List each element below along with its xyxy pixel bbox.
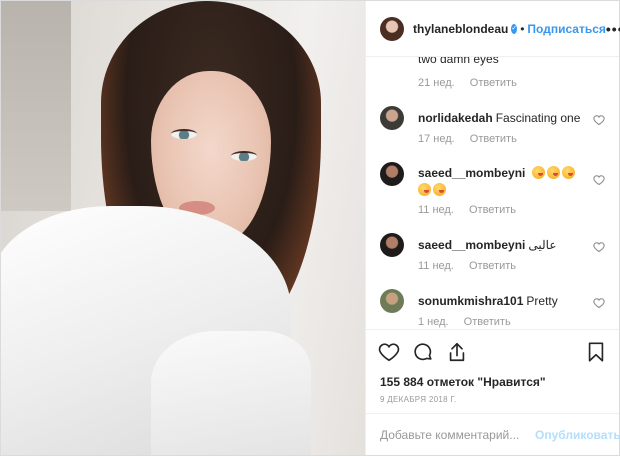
more-options-icon[interactable]: ••• (606, 21, 620, 37)
comment-input[interactable] (380, 427, 535, 442)
post-actions (366, 329, 619, 373)
photo-robe-fold (151, 331, 311, 455)
comment-age: 17 нед. (418, 133, 455, 145)
commenter-avatar[interactable] (380, 233, 404, 257)
comment-item: two damn eyes 21 нед. Ответить (380, 57, 605, 91)
comment-icon[interactable] (412, 341, 434, 363)
commenter-avatar[interactable] (380, 106, 404, 130)
heart-outline-icon[interactable] (593, 174, 605, 186)
share-icon[interactable] (446, 341, 468, 363)
blowing-kiss-emoji-icon (433, 183, 446, 196)
comment-age: 11 нед. (418, 260, 454, 272)
post-photo[interactable] (1, 1, 365, 455)
comment-text: saeed__mombeyni (418, 165, 583, 199)
photo-eye-left (171, 129, 197, 139)
comment-item: saeed__mombeyni 11 нед. Ответить (380, 162, 605, 220)
blowing-kiss-emoji-icon (531, 166, 545, 179)
comment-text: sonumkmishra101 Pretty (418, 294, 558, 308)
commenter-username[interactable]: saeed__mombeyni (418, 238, 525, 252)
add-comment-bar: Опубликовать (366, 413, 620, 455)
heart-outline-icon[interactable] (593, 241, 605, 253)
likes-count[interactable]: 155 884 отметок "Нравится" (366, 373, 619, 391)
author-avatar[interactable] (380, 16, 404, 41)
comment-age: 1 нед. (418, 316, 449, 328)
heart-outline-icon[interactable] (593, 114, 605, 126)
commenter-avatar[interactable] (380, 162, 404, 186)
comment-meta: 1 нед. Ответить (418, 316, 511, 328)
post-header: thylaneblondeau ✓ • Подписаться ••• (366, 1, 620, 57)
blowing-kiss-emoji-icon (418, 183, 431, 196)
post-sidebar: thylaneblondeau ✓ • Подписаться ••• two … (365, 1, 620, 455)
photo-background (1, 1, 71, 211)
commenter-username[interactable]: norlidakedah (418, 111, 493, 125)
reply-button[interactable]: Ответить (464, 316, 511, 328)
photo-eye-right (231, 151, 257, 161)
comment-item: sonumkmishra101 Pretty 1 нед. Ответить (380, 289, 605, 329)
publish-button[interactable]: Опубликовать (535, 428, 620, 442)
follow-button[interactable]: Подписаться (527, 22, 605, 36)
commenter-username[interactable]: saeed__mombeyni (418, 166, 525, 180)
comment-item: norlidakedah Fascinating one 17 нед. Отве… (380, 106, 605, 156)
blowing-kiss-emoji-icon (546, 166, 560, 179)
comment-age: 21 нед. (418, 77, 455, 89)
reply-button[interactable]: Ответить (470, 77, 517, 89)
header-separator: • (520, 21, 525, 36)
comment-meta: 21 нед. Ответить (418, 77, 517, 89)
heart-outline-icon[interactable] (593, 297, 605, 309)
comment-text: saeed__mombeyni عالیی (418, 238, 557, 252)
bookmark-icon[interactable] (585, 341, 607, 363)
commenter-username[interactable]: sonumkmishra101 (418, 294, 523, 308)
comments-list[interactable]: two damn eyes 21 нед. Ответить norlidake… (366, 57, 619, 329)
comment-meta: 17 нед. Ответить (418, 133, 517, 145)
comment-text: norlidakedah Fascinating one (418, 111, 581, 125)
blowing-kiss-emoji-icon (561, 166, 575, 179)
reply-button[interactable]: Ответить (469, 260, 516, 272)
comment-text: two damn eyes (418, 57, 499, 66)
comment-age: 11 нед. (418, 204, 454, 216)
comment-meta: 11 нед. Ответить (418, 204, 516, 216)
heart-icon[interactable] (378, 341, 400, 363)
comment-item: saeed__mombeyni عالیی 11 нед. Ответить (380, 233, 605, 279)
reply-button[interactable]: Ответить (469, 204, 516, 216)
post-date[interactable]: 9 ДЕКАБРЯ 2018 Г. (366, 391, 619, 413)
comment-meta: 11 нед. Ответить (418, 260, 516, 272)
verified-badge-icon: ✓ (511, 23, 518, 34)
commenter-avatar[interactable] (380, 289, 404, 313)
post-container: thylaneblondeau ✓ • Подписаться ••• two … (0, 0, 620, 456)
reply-button[interactable]: Ответить (470, 133, 517, 145)
author-username[interactable]: thylaneblondeau (413, 22, 508, 36)
